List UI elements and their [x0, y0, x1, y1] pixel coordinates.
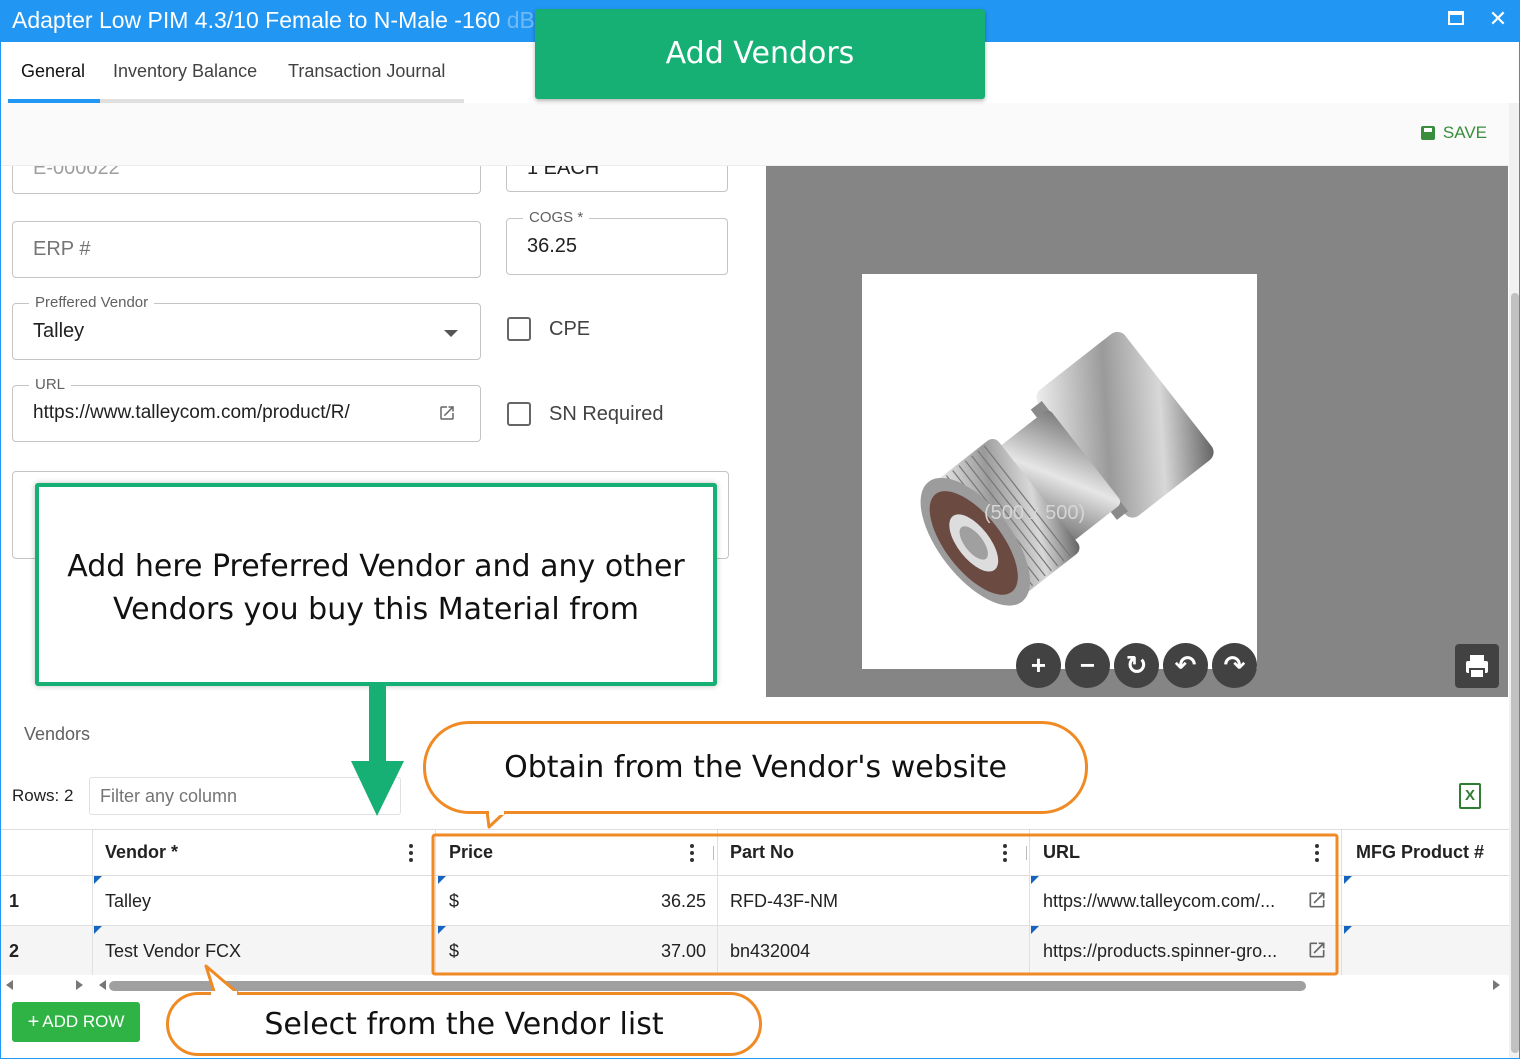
website-callout: Obtain from the Vendor's website	[423, 721, 1088, 814]
material-dialog: Adapter Low PIM 4.3/10 Female to N-Male …	[0, 0, 1520, 1059]
vendor-list-callout: Select from the Vendor list	[166, 992, 762, 1056]
callout-pointers	[204, 686, 1339, 1000]
